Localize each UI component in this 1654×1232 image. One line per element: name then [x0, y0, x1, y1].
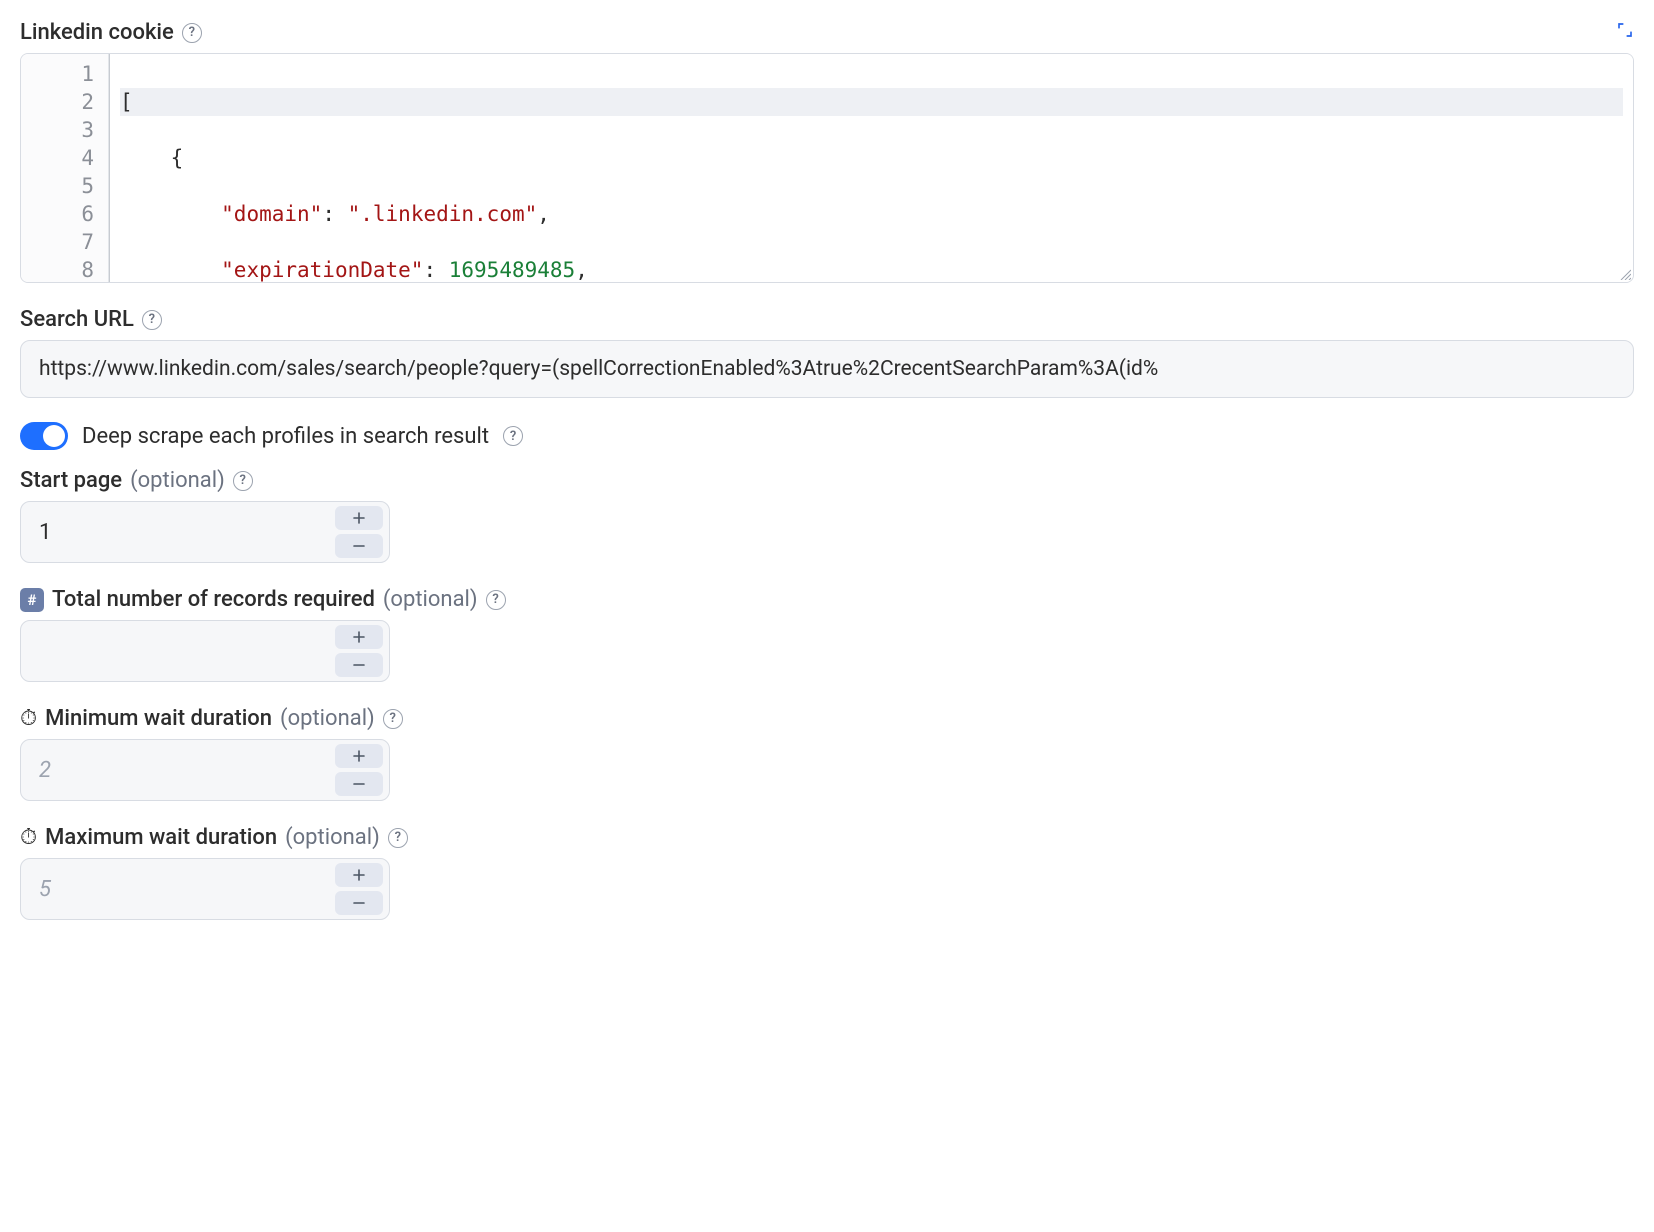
- deep-scrape-toggle[interactable]: [20, 422, 68, 450]
- optional-text: (optional): [285, 825, 380, 850]
- line-number: 8: [31, 256, 94, 283]
- code-token: 1695489485: [449, 258, 575, 282]
- max-wait-label: Maximum wait duration: [45, 825, 277, 850]
- code-token: ".linkedin.com": [348, 202, 538, 226]
- max-wait-input[interactable]: [21, 859, 335, 919]
- line-number: 6: [31, 200, 94, 228]
- help-icon[interactable]: ?: [383, 709, 403, 729]
- decrement-button[interactable]: [335, 891, 383, 915]
- decrement-button[interactable]: [335, 772, 383, 796]
- stopwatch-icon: ⏱: [20, 825, 37, 850]
- help-icon[interactable]: ?: [486, 590, 506, 610]
- cookie-code-editor[interactable]: 1 2 3 4 5 6 7 8 [ { "domain": ".linkedin…: [20, 53, 1634, 283]
- optional-text: (optional): [130, 468, 225, 493]
- hash-icon: #: [20, 588, 44, 612]
- code-token: "domain": [221, 202, 322, 226]
- help-icon[interactable]: ?: [182, 23, 202, 43]
- start-page-label: Start page: [20, 468, 122, 493]
- optional-text: (optional): [280, 706, 375, 731]
- cookie-label: Linkedin cookie: [20, 20, 174, 45]
- decrement-button[interactable]: [335, 534, 383, 558]
- line-number: 4: [31, 144, 94, 172]
- search-url-label: Search URL: [20, 307, 134, 332]
- line-number: 3: [31, 116, 94, 144]
- total-records-input[interactable]: [21, 621, 335, 681]
- increment-button[interactable]: [335, 744, 383, 768]
- line-number: 1: [31, 60, 94, 88]
- code-token: "expirationDate": [221, 258, 423, 282]
- deep-scrape-label: Deep scrape each profiles in search resu…: [82, 424, 489, 449]
- help-icon[interactable]: ?: [233, 471, 253, 491]
- line-number: 2: [31, 88, 94, 116]
- increment-button[interactable]: [335, 863, 383, 887]
- help-icon[interactable]: ?: [142, 310, 162, 330]
- optional-text: (optional): [383, 587, 478, 612]
- increment-button[interactable]: [335, 506, 383, 530]
- stopwatch-icon: ⏱: [20, 706, 37, 731]
- search-url-input[interactable]: [20, 340, 1634, 398]
- line-number: 5: [31, 172, 94, 200]
- help-icon[interactable]: ?: [503, 426, 523, 446]
- code-gutter: 1 2 3 4 5 6 7 8: [21, 54, 109, 282]
- min-wait-input[interactable]: [21, 740, 335, 800]
- start-page-input[interactable]: [21, 502, 335, 562]
- toggle-knob: [43, 425, 65, 447]
- code-content[interactable]: [ { "domain": ".linkedin.com", "expirati…: [109, 54, 1633, 282]
- line-number: 7: [31, 228, 94, 256]
- total-records-label: Total number of records required: [52, 587, 375, 612]
- expand-icon[interactable]: [1616, 20, 1634, 45]
- min-wait-label: Minimum wait duration: [45, 706, 272, 731]
- increment-button[interactable]: [335, 625, 383, 649]
- decrement-button[interactable]: [335, 653, 383, 677]
- help-icon[interactable]: ?: [388, 828, 408, 848]
